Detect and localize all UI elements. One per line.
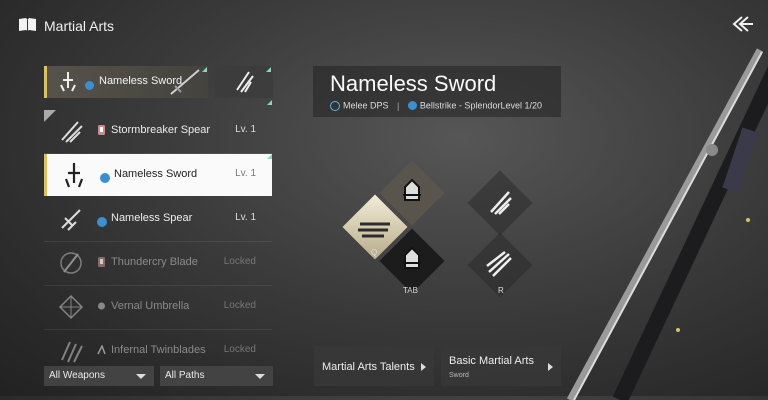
meta-separator: | [397, 100, 400, 111]
basic-label: Basic Martial Arts [449, 355, 534, 367]
path-badge-icon [97, 213, 107, 227]
talents-label: Martial Arts Talents [322, 361, 415, 373]
chevron-down-icon [255, 374, 265, 379]
weapon-name: Nameless Spear [111, 212, 193, 224]
path-badge-icon [85, 77, 97, 95]
weapons-filter-label: All Weapons [49, 370, 105, 381]
corner-marker [44, 110, 56, 122]
weapon-row-thundercry-blade[interactable]: Thundercry Blade Locked [44, 242, 272, 286]
claw-slash-icon [490, 191, 512, 215]
weapon-level: Locked [223, 344, 256, 355]
sword-artwork [566, 48, 768, 400]
spear-thrust-icon [61, 209, 81, 231]
weapon-name: Nameless Sword [114, 168, 198, 180]
weapon-name: Infernal Twinblades [111, 344, 206, 356]
sword-stance-icon [64, 163, 84, 188]
basic-martial-arts-button[interactable]: Basic Martial Arts Sword [441, 346, 561, 386]
new-marker-triangle [267, 154, 272, 159]
weapon-detail-header: Nameless Sword Melee DPS | Bellstrike - … [313, 66, 561, 117]
sword-stance-icon [60, 72, 76, 92]
weapon-level: Lv. 1 [235, 124, 256, 135]
gear-badge-icon [98, 302, 105, 310]
flame-badge-icon [97, 345, 106, 355]
key-q-label: Q [371, 248, 378, 257]
new-marker-triangle [267, 100, 272, 105]
skill-right-top-slot[interactable] [467, 170, 533, 236]
secondary-marker-triangle [266, 67, 271, 72]
chevron-down-icon [136, 374, 146, 379]
path-badge-icon [100, 169, 110, 183]
skill-tab-slot[interactable] [379, 228, 445, 294]
key-tab-label: TAB [403, 286, 418, 295]
spear-slash-icon [61, 121, 83, 143]
level-label: Level 1/20 [500, 100, 542, 111]
weapon-level: Locked [223, 256, 256, 267]
weapon-level: Locked [223, 300, 256, 311]
book-icon [19, 18, 36, 31]
path-badge-icon [407, 101, 417, 111]
key-r-label: R [498, 286, 504, 295]
chevron-right-icon [548, 363, 553, 371]
hooded-figure-icon [403, 246, 421, 269]
melee-ring-icon [330, 100, 340, 111]
shield-badge-icon [98, 125, 105, 135]
paths-filter-dropdown[interactable]: All Paths [160, 366, 273, 386]
role-label: Melee DPS [343, 100, 389, 111]
path-label: Bellstrike - Splendor [419, 100, 501, 111]
burst-slash-icon [486, 251, 512, 277]
paths-filter-label: All Paths [165, 370, 205, 381]
page-title: Martial Arts [44, 18, 115, 34]
blade-circle-icon [60, 252, 82, 274]
weapon-name: Thundercry Blade [111, 256, 198, 268]
weapon-row-nameless-sword[interactable]: Nameless Sword Lv. 1 [44, 154, 272, 196]
weapon-name: Stormbreaker Spear [111, 124, 211, 136]
shield-badge-icon [98, 257, 105, 267]
martial-arts-talents-button[interactable]: Martial Arts Talents [314, 346, 434, 386]
chevron-right-icon [421, 363, 426, 371]
equipped-marker-triangle [202, 67, 207, 72]
weapon-level: Lv. 1 [235, 212, 256, 223]
weapon-level: Lv. 1 [235, 168, 256, 179]
weapon-row-nameless-spear[interactable]: Nameless Spear Lv. 1 [44, 198, 272, 242]
weapon-name: Vernal Umbrella [111, 300, 190, 312]
claw-slash-icon [236, 71, 254, 93]
weapon-row-stormbreaker-spear[interactable]: Stormbreaker Spear Lv. 1 [44, 100, 272, 154]
sword-image-icon [170, 69, 200, 95]
basic-sub-label: Sword [449, 372, 469, 379]
weapons-filter-dropdown[interactable]: All Weapons [44, 366, 154, 386]
twinblades-icon [61, 341, 83, 363]
weapon-row-vernal-umbrella[interactable]: Vernal Umbrella Locked [44, 286, 272, 330]
weapon-title: Nameless Sword [330, 71, 497, 96]
weapon-meta: Melee DPS | Bellstrike - SplendorLevel 1… [330, 100, 542, 111]
equipped-weapon-slot[interactable]: Nameless Sword [44, 66, 208, 98]
secondary-weapon-slot[interactable] [215, 66, 273, 98]
umbrella-icon [58, 294, 84, 320]
